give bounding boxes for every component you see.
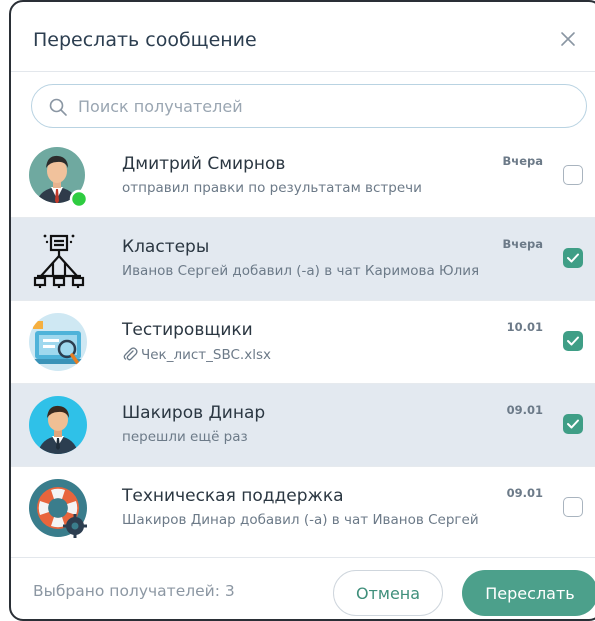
lifebuoy-gear-avatar xyxy=(29,479,91,541)
recipient-checkbox[interactable] xyxy=(563,497,583,517)
cancel-button[interactable]: Отмена xyxy=(333,570,443,616)
recipient-date: 09.01 xyxy=(506,403,543,417)
search-icon xyxy=(48,97,68,117)
businessman-avatar xyxy=(29,147,91,209)
network-cluster-icon xyxy=(29,230,91,292)
recipient-name: Тестировщики xyxy=(122,320,253,340)
dialog-title: Переслать сообщение xyxy=(33,29,257,51)
close-icon[interactable] xyxy=(559,30,577,48)
recipient-date: 10.01 xyxy=(506,320,543,334)
recipient-row-tech-support[interactable]: Техническая поддержка Шакиров Динар доба… xyxy=(11,467,595,550)
attachment-name: Чек_лист_SBC.xlsx xyxy=(141,347,271,363)
dialog-header: Переслать сообщение xyxy=(11,2,595,72)
recipient-date: Вчера xyxy=(502,154,543,168)
recipient-row-clusters[interactable]: Кластеры Иванов Сергей добавил (-а) в ча… xyxy=(11,218,595,301)
recipient-checkbox[interactable] xyxy=(563,248,583,268)
recipient-list: Дмитрий Смирнов отправил правки по резул… xyxy=(11,135,595,555)
recipient-name: Шакиров Динар xyxy=(122,403,266,423)
recipient-date: 09.01 xyxy=(506,486,543,500)
recipient-last-message: Шакиров Динар добавил (-а) в чат Иванов … xyxy=(122,512,479,528)
user-avatar xyxy=(29,396,91,458)
paperclip-icon xyxy=(122,346,138,362)
forward-message-dialog: Переслать сообщение Поиск получателей Дм… xyxy=(9,0,595,621)
recipient-name: Техническая поддержка xyxy=(122,486,344,506)
recipient-row-dmitry-smirnov[interactable]: Дмитрий Смирнов отправил правки по резул… xyxy=(11,135,595,218)
recipient-row-testers[interactable]: Тестировщики Чек_лист_SBC.xlsx 10.01 xyxy=(11,301,595,384)
search-input[interactable] xyxy=(78,91,568,121)
recipient-last-message: перешли ещё раз xyxy=(122,429,248,445)
recipient-name: Кластеры xyxy=(122,237,210,257)
testing-laptop-avatar xyxy=(29,313,91,375)
recipient-last-message: Чек_лист_SBC.xlsx xyxy=(122,346,271,363)
recipient-checkbox[interactable] xyxy=(563,414,583,434)
recipient-row-shakirov-dinar[interactable]: Шакиров Динар перешли ещё раз 09.01 xyxy=(11,384,595,467)
recipient-last-message: Иванов Сергей добавил (-а) в чат Каримов… xyxy=(122,263,480,279)
forward-button[interactable]: Переслать xyxy=(462,570,595,616)
recipient-last-message: отправил правки по результатам встречи xyxy=(122,180,422,196)
search-box[interactable] xyxy=(31,84,587,128)
recipient-date: Вчера xyxy=(502,237,543,251)
recipient-checkbox[interactable] xyxy=(563,165,583,185)
recipient-name: Дмитрий Смирнов xyxy=(122,154,286,174)
selected-count: Выбрано получателей: 3 xyxy=(33,582,235,600)
dialog-footer: Выбрано получателей: 3 Отмена Переслать xyxy=(11,557,595,619)
recipient-checkbox[interactable] xyxy=(563,331,583,351)
